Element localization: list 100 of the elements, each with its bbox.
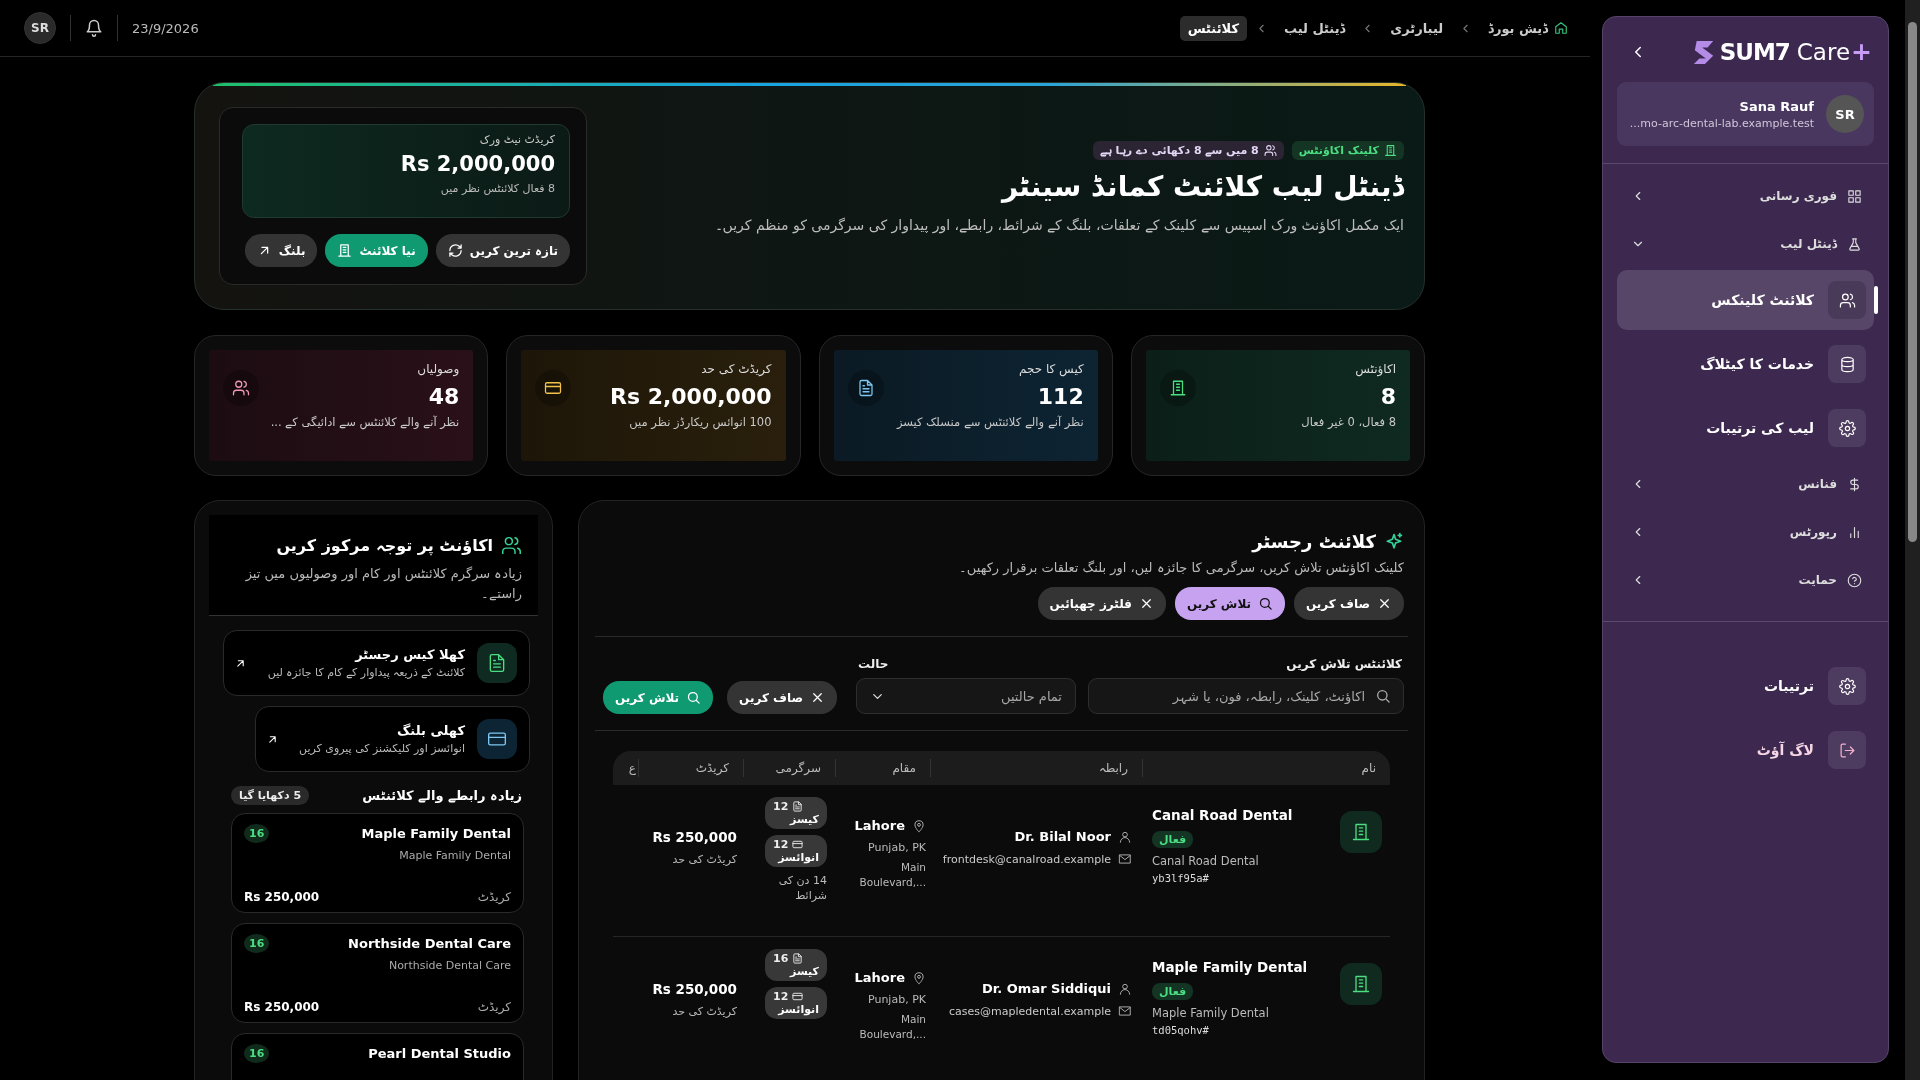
client-code: #yb3lf95a — [1152, 872, 1209, 884]
card-icon — [792, 839, 804, 850]
search-button[interactable]: تلاش کریں — [1174, 587, 1286, 620]
brand-product: Care — [1796, 38, 1851, 65]
hide-filters-button[interactable]: فلٹرز چھپائیں — [1037, 587, 1166, 620]
search-button[interactable]: تلاش کریں — [603, 681, 714, 714]
credit-label: کریڈٹ کی حد — [672, 853, 737, 866]
stat-label: وصولیاں — [417, 362, 460, 376]
mail-icon — [1118, 852, 1132, 866]
sparkle-icon — [1384, 531, 1404, 552]
search-icon — [1258, 596, 1274, 611]
shortcut-card[interactable]: کھلی بلنگ انوائسز اور کلیکشنز کی پیروی کریں — [255, 706, 530, 772]
stat-note: نظر آنے والے کلائنٹس سے ادائیگی کے ... — [270, 415, 460, 429]
clear-button[interactable]: صاف کریں — [727, 681, 838, 714]
scroll-bar[interactable] — [1905, 0, 1920, 1080]
status-badge: فعال — [1152, 831, 1194, 848]
count-badge: 16 — [244, 824, 270, 843]
nav-group[interactable]: فوری رسانی — [1617, 172, 1874, 220]
stat-value: 48 — [428, 384, 460, 409]
column-header[interactable]: ع — [613, 759, 638, 777]
search-field[interactable]: اکاؤنٹ، کلینک، رابطہ، فون، یا شہر — [1088, 678, 1404, 714]
bar-chart-icon — [1847, 524, 1862, 540]
field-label: حالت — [857, 657, 890, 671]
document-icon — [487, 653, 507, 673]
billing-button[interactable]: بلنگ — [244, 234, 318, 267]
status-select[interactable]: تمام حالتیں — [856, 678, 1076, 714]
clinic-name: Maple Family Dental — [398, 849, 511, 862]
credit-value: Rs 250,000 — [244, 1000, 320, 1014]
new-client-button[interactable]: نیا کلائنٹ — [325, 234, 428, 267]
clinic-name: Northside Dental Care — [387, 959, 511, 972]
field-label: کلائنٹس تلاش کریں — [1286, 657, 1403, 671]
avatar[interactable]: SR — [24, 12, 56, 44]
nav-group[interactable]: حمایت — [1617, 556, 1874, 604]
city-text: Lahore — [854, 818, 905, 833]
users-icon — [501, 535, 522, 556]
client-name[interactable]: Maple Family Dental — [1152, 959, 1308, 975]
address-text: Main Boulevard,... — [858, 860, 926, 891]
section-title: اکاؤنٹ پر توجہ مرکوز کریں — [276, 536, 493, 555]
column-header[interactable]: سرگرمی — [743, 759, 835, 777]
document-icon — [856, 379, 875, 397]
document-icon — [792, 801, 804, 812]
stat-value: 112 — [1037, 384, 1084, 409]
credit-value: Rs 250,000 — [652, 829, 737, 845]
page-description: ایک مکمل اکاؤنٹ ورک اسپیس سے کلینک کے تعلقات، بلنگ کے شرائط، رابطے، اور پیداوار کی سرگرمی کو منظم کریں۔ — [714, 217, 1404, 233]
user-email: ...mo-arc-dental-lab.example.test — [1629, 116, 1814, 130]
region-text: Punjab, PK — [868, 993, 926, 1006]
stat-value: Rs 2,000,000 — [609, 384, 772, 409]
building-icon — [1168, 379, 1187, 397]
count-badge: 5 دکھایا گیا — [231, 786, 310, 805]
credit-label: کریڈٹ — [477, 890, 511, 904]
nav-group[interactable]: فنانس — [1617, 460, 1874, 508]
clinic-name: Maple Family Dental — [1152, 1006, 1269, 1020]
breadcrumb-link[interactable]: لیبارٹری — [1382, 15, 1452, 41]
section-description: زیادہ سرگرم کلائنٹس اور کام اور وصولیوں میں تیز راستے۔ — [244, 565, 522, 603]
help-icon — [1847, 572, 1862, 588]
card-icon — [792, 991, 804, 1002]
stat-note: 100 انوائس ریکارڈز نظر میں — [629, 415, 772, 429]
building-icon — [1351, 974, 1371, 994]
user-name: Sana Rauf — [1738, 98, 1814, 114]
breadcrumb-link[interactable]: ڈیش بورڈ — [1480, 15, 1576, 41]
notification-button[interactable] — [85, 19, 103, 37]
column-header[interactable]: مقام — [835, 759, 930, 777]
count-badge: 16 — [244, 934, 270, 953]
breadcrumb-link[interactable]: کلائنٹس — [1179, 15, 1247, 41]
bell-icon — [85, 19, 103, 37]
client-name[interactable]: Canal Road Dental — [1152, 807, 1293, 823]
section-title: کلائنٹ رجسٹر — [1252, 531, 1376, 552]
section-description: کلینک اکاؤنٹس تلاش کریں، سرگرمی کا جائزہ لیں، اور بلنگ تعلقات برقرار رکھیں۔ — [957, 560, 1404, 575]
refresh-icon — [447, 243, 463, 258]
shortcut-title: کھلی بلنگ — [396, 723, 465, 738]
user-card[interactable]: SR Sana Rauf ...mo-arc-dental-lab.example.test — [1617, 82, 1874, 146]
badge: 8 میں سے 8 دکھائی دے رہا ہے — [1092, 141, 1284, 160]
nav-item[interactable]: خدمات کا کیٹلاگ — [1617, 334, 1874, 394]
list-title: زیادہ رابطے والے کلائنٹس — [362, 788, 522, 803]
nav-item[interactable]: لیب کی ترتیبات — [1617, 398, 1874, 458]
nav-item[interactable]: لاگ آؤٹ — [1617, 720, 1874, 780]
document-icon — [792, 953, 804, 964]
column-header[interactable]: نام — [1142, 759, 1390, 777]
avatar: SR — [1826, 95, 1864, 133]
settings-icon — [1838, 677, 1856, 695]
refresh-button[interactable]: تازہ ترین کریں — [435, 234, 570, 267]
stat-label: کریڈٹ کی حد — [701, 362, 772, 376]
nav-group[interactable]: ڈینٹل لیب — [1617, 220, 1874, 268]
shortcut-card[interactable]: کھلا کیس رجسٹر کلائنٹ کے ذریعہ پیداوار کے کام کا جائزہ لیں — [223, 630, 530, 696]
client-name: Maple Family Dental — [361, 826, 511, 841]
address-text: Main Boulevard,... — [858, 1012, 926, 1043]
nav-item[interactable]: ترتیبات — [1617, 656, 1874, 716]
terms-text: 14 دن کی شرائط — [777, 873, 827, 904]
contact-email: cases@mapledental.example — [949, 1004, 1111, 1018]
client-name: Northside Dental Care — [348, 936, 511, 951]
mail-icon — [1118, 1004, 1132, 1018]
nav-group[interactable]: رپورٹس — [1617, 508, 1874, 556]
contact-email: frontdesk@canalroad.example — [942, 852, 1111, 866]
active-indicator — [1874, 286, 1878, 314]
flask-icon — [1847, 236, 1862, 252]
column-header[interactable]: کریڈٹ — [638, 759, 743, 777]
column-header[interactable]: رابطہ — [930, 759, 1142, 777]
building-icon — [337, 243, 353, 258]
breadcrumb-link[interactable]: ڈینٹل لیب — [1276, 15, 1354, 41]
clear-button[interactable]: صاف کریں — [1294, 587, 1404, 620]
